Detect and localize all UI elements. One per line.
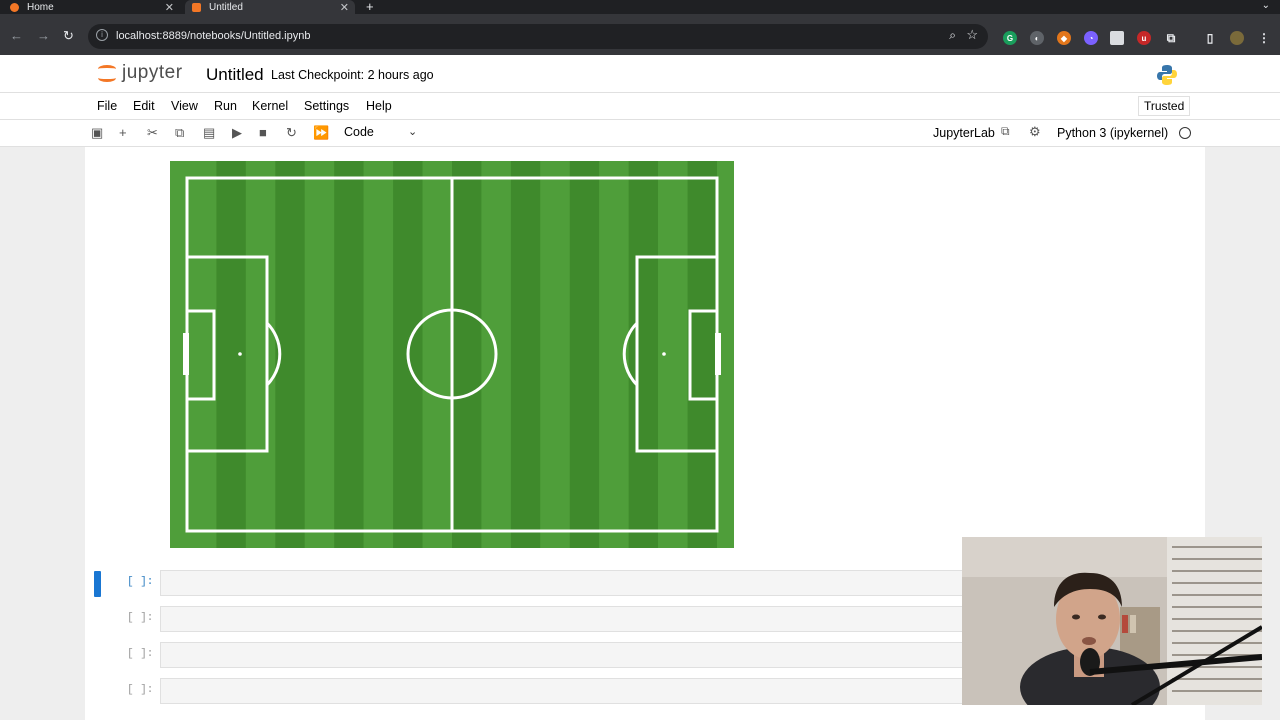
browser-tab-untitled[interactable]: Untitled ✕ <box>185 0 355 14</box>
address-bar[interactable]: i localhost:8889/notebooks/Untitled.ipyn… <box>88 24 988 49</box>
pitch-stripe <box>569 161 600 548</box>
pitch-stripe <box>363 161 394 548</box>
browser-tab-home[interactable]: Home ✕ <box>10 0 180 14</box>
forward-icon[interactable]: → <box>37 28 50 43</box>
ublock-extension-icon[interactable]: u <box>1137 31 1151 45</box>
pitch-stripe <box>187 161 217 548</box>
metamask-extension-icon[interactable]: ◆ <box>1057 31 1071 45</box>
notebook-favicon-icon <box>192 2 201 12</box>
kernel-name[interactable]: Python 3 (ipykernel) <box>1057 126 1168 140</box>
profile-avatar[interactable] <box>1230 31 1244 45</box>
site-info-icon[interactable]: i <box>96 29 108 41</box>
cell-prompt: [ ]: <box>127 648 154 660</box>
run-icon[interactable]: ▶ <box>232 125 242 141</box>
pitch-stripe <box>304 161 335 548</box>
url-text: localhost:8889/notebooks/Untitled.ipynb <box>116 30 311 42</box>
restart-kernel-icon[interactable]: ↻ <box>286 125 297 141</box>
save-icon[interactable]: ▣ <box>91 125 103 141</box>
browser-tab-strip: Home ✕ Untitled ✕ + ⌄ <box>0 0 1280 14</box>
cell-prompt: [ ]: <box>127 612 154 624</box>
right-penalty-spot <box>662 352 666 356</box>
kernel-settings-gear-icon[interactable]: ⚙ <box>1029 124 1041 140</box>
grammarly-extension-icon[interactable]: G <box>1003 31 1017 45</box>
menu-run[interactable]: Run <box>214 99 237 113</box>
side-panel-icon[interactable]: ▯ <box>1203 31 1217 45</box>
extension-icon[interactable] <box>1110 31 1124 45</box>
new-tab-icon[interactable]: + <box>366 0 374 14</box>
pitch-stripe <box>422 161 452 548</box>
kernel-status-idle-icon <box>1179 127 1191 139</box>
pitch-stripe <box>245 161 276 548</box>
extension-icon[interactable]: ◐ <box>1030 31 1044 45</box>
tab-search-chevron-icon[interactable]: ⌄ <box>1262 0 1270 11</box>
football-pitch-output-image <box>170 161 734 548</box>
cell-prompt: [ ]: <box>127 684 154 696</box>
open-in-jupyterlab-link[interactable]: JupyterLab <box>933 126 995 140</box>
cell-type-select[interactable]: Code <box>344 125 374 139</box>
paste-icon[interactable]: ▤ <box>203 125 215 141</box>
zoom-icon[interactable]: ⌕ <box>949 28 956 43</box>
pitch-stripe <box>452 161 482 548</box>
last-checkpoint: Last Checkpoint: 2 hours ago <box>271 68 434 82</box>
jupyter-header: jupyter Untitled Last Checkpoint: 2 hour… <box>0 55 1280 93</box>
right-goal <box>715 333 721 375</box>
bookmark-star-icon[interactable]: ☆ <box>966 27 978 43</box>
pitch-stripe <box>540 161 570 548</box>
notebook-title[interactable]: Untitled <box>206 65 264 85</box>
menu-kernel[interactable]: Kernel <box>252 99 288 113</box>
trusted-badge[interactable]: Trusted <box>1138 96 1191 116</box>
jupyter-logo-mark-icon <box>96 62 118 84</box>
notebook-toolbar: ▣ + ✂ ⧉ ▤ ▶ ■ ↻ ⏩ Code ⌄ JupyterLab ⧉ ⚙ … <box>0 120 1280 147</box>
reload-icon[interactable]: ↻ <box>63 28 74 44</box>
presenter-video-image <box>962 537 1262 705</box>
jupyter-logo[interactable]: jupyter <box>96 62 183 84</box>
tab-label: Home <box>27 1 54 13</box>
external-link-icon[interactable]: ⧉ <box>1001 124 1010 139</box>
pitch-stripe <box>510 161 541 548</box>
jupyter-logo-text: jupyter <box>122 62 183 83</box>
menu-edit[interactable]: Edit <box>133 99 155 113</box>
tab-label: Untitled <box>209 1 243 13</box>
back-icon[interactable]: ← <box>10 28 23 43</box>
menu-bar: File Edit View Run Kernel Settings Help … <box>0 93 1280 120</box>
menu-file[interactable]: File <box>97 99 117 113</box>
close-tab-icon[interactable]: ✕ <box>340 1 349 14</box>
pitch-stripe <box>687 161 717 548</box>
close-tab-icon[interactable]: ✕ <box>165 1 174 14</box>
interrupt-stop-icon[interactable]: ■ <box>259 125 267 140</box>
cell-prompt: [ ]: <box>127 576 154 588</box>
webcam-overlay <box>962 537 1262 705</box>
active-cell-indicator <box>94 571 101 597</box>
left-goal <box>183 333 189 375</box>
chevron-down-icon[interactable]: ⌄ <box>408 125 417 138</box>
cut-icon[interactable]: ✂ <box>147 125 158 141</box>
browser-menu-icon[interactable]: ⋮ <box>1257 31 1271 45</box>
jupyter-favicon-icon <box>10 2 19 12</box>
restart-run-all-icon[interactable]: ⏩ <box>313 125 329 141</box>
menu-view[interactable]: View <box>171 99 198 113</box>
extensions-puzzle-icon[interactable]: ⧉ <box>1164 31 1178 45</box>
left-penalty-spot <box>238 352 242 356</box>
menu-settings[interactable]: Settings <box>304 99 349 113</box>
pitch-stripe <box>628 161 659 548</box>
menu-help[interactable]: Help <box>366 99 392 113</box>
copy-icon[interactable]: ⧉ <box>175 125 184 141</box>
python-logo-icon <box>1157 65 1177 85</box>
extension-icon[interactable]: ◔ <box>1084 31 1098 45</box>
add-cell-icon[interactable]: + <box>119 125 127 140</box>
pitch-stripe <box>334 161 364 548</box>
